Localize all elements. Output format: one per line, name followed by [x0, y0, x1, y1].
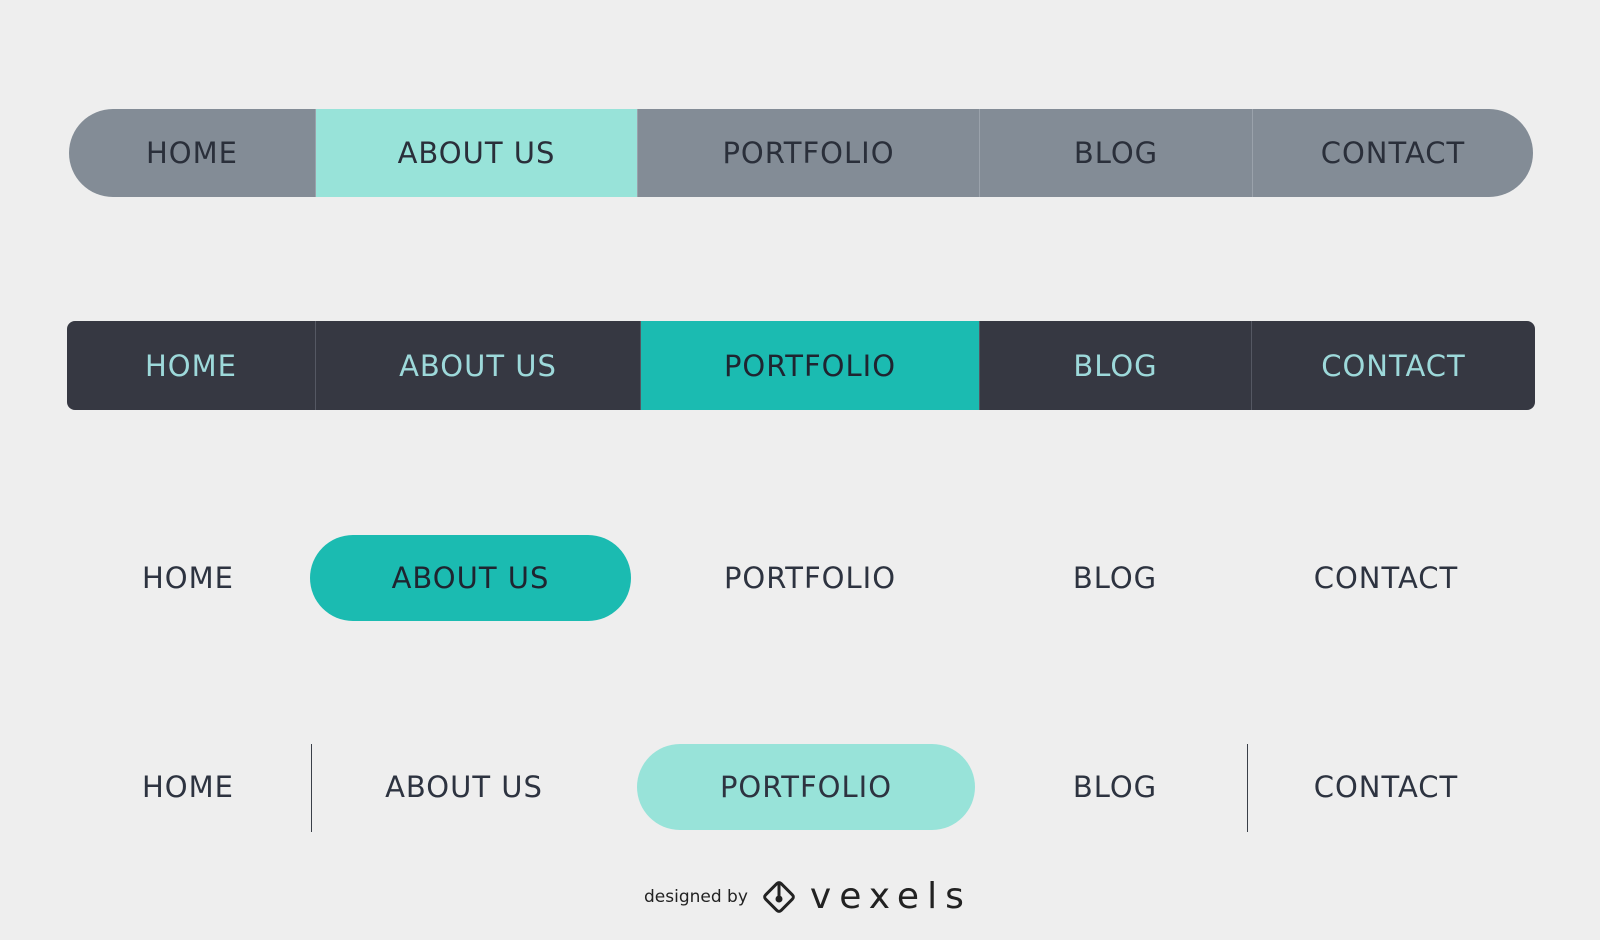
- nav-row-teal-pill: HOME ABOUT US PORTFOLIO BLOG CONTACT: [0, 535, 1600, 621]
- nav-item-about-us[interactable]: ABOUT US: [354, 744, 574, 830]
- divider: [1247, 744, 1248, 832]
- nav-item-about-us[interactable]: ABOUT US: [316, 321, 641, 410]
- nav-item-blog[interactable]: BLOG: [980, 109, 1253, 197]
- nav-item-contact[interactable]: CONTACT: [1296, 744, 1476, 830]
- nav-row-mint-pill: HOME ABOUT US PORTFOLIO BLOG CONTACT: [0, 744, 1600, 832]
- nav-item-contact[interactable]: CONTACT: [1296, 535, 1476, 621]
- nav-item-portfolio[interactable]: PORTFOLIO: [641, 321, 980, 410]
- divider: [311, 744, 312, 832]
- nav-item-portfolio[interactable]: PORTFOLIO: [700, 535, 920, 621]
- vexels-diamond-logo-icon: [763, 880, 795, 913]
- nav-item-blog[interactable]: BLOG: [1050, 535, 1180, 621]
- nav-item-blog[interactable]: BLOG: [980, 321, 1252, 410]
- nav-item-home[interactable]: HOME: [67, 321, 316, 410]
- nav-item-home[interactable]: HOME: [118, 744, 258, 830]
- nav-item-portfolio[interactable]: PORTFOLIO: [638, 109, 980, 197]
- vexels-logo-text: vexels: [809, 876, 972, 917]
- nav-item-about-us[interactable]: ABOUT US: [310, 535, 631, 621]
- nav-item-contact[interactable]: CONTACT: [1252, 321, 1535, 410]
- nav-item-portfolio[interactable]: PORTFOLIO: [637, 744, 975, 830]
- nav-item-home[interactable]: HOME: [69, 109, 316, 197]
- nav-item-home[interactable]: HOME: [118, 535, 258, 621]
- nav-bar-dark: HOME ABOUT US PORTFOLIO BLOG CONTACT: [67, 321, 1535, 410]
- nav-item-about-us[interactable]: ABOUT US: [316, 109, 638, 197]
- nav-bar-gray-pill: HOME ABOUT US PORTFOLIO BLOG CONTACT: [69, 109, 1533, 197]
- nav-item-blog[interactable]: BLOG: [1050, 744, 1180, 830]
- nav-item-contact[interactable]: CONTACT: [1253, 109, 1533, 197]
- designed-by-label: designed by: [644, 886, 748, 907]
- credit: designed by vexels: [644, 876, 972, 917]
